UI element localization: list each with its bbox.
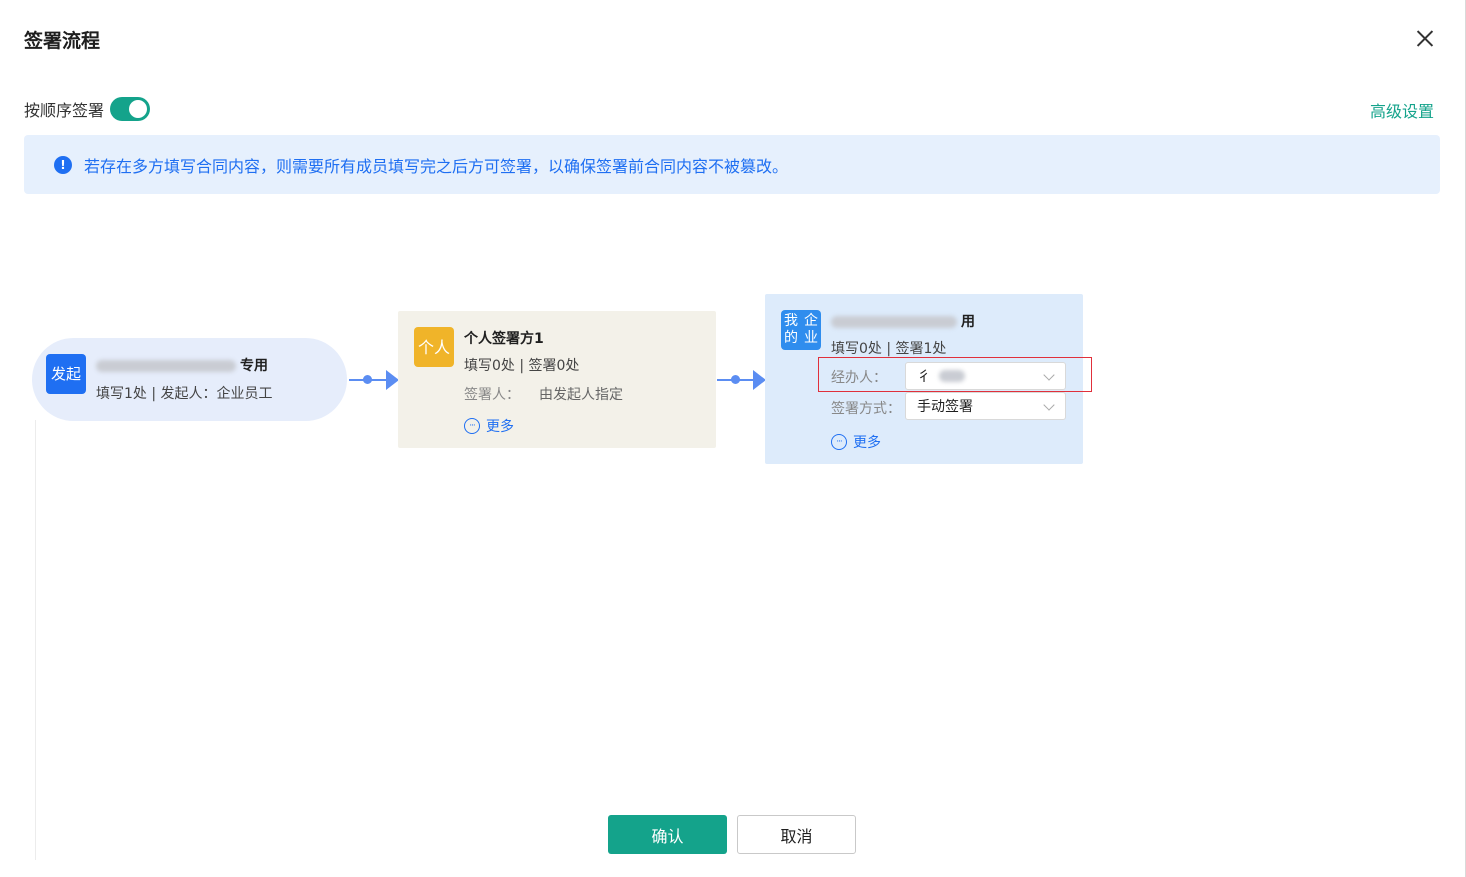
more-link[interactable]: ··· 更多: [831, 432, 881, 452]
company-badge: 我的 企业: [781, 310, 821, 350]
initiator-summary: 填写1处 | 发起人：企业员工: [96, 386, 273, 402]
sign-method-label: 签署方式：: [831, 401, 901, 417]
redacted-text: [831, 316, 957, 328]
signer-value: 由发起人指定: [539, 387, 623, 403]
redacted-text: [96, 360, 236, 372]
handler-highlight-box: [818, 357, 1092, 392]
company-summary: 填写0处 | 签署1处: [831, 341, 947, 357]
confirm-button[interactable]: 确认: [608, 815, 727, 854]
close-icon[interactable]: [1412, 26, 1438, 52]
more-link[interactable]: ··· 更多: [464, 416, 514, 436]
personal-signer-name: 个人签署方1: [464, 331, 544, 347]
divider: [35, 420, 36, 860]
flow-node-initiator[interactable]: 发起 专用 填写1处 | 发起人：企业员工: [32, 338, 347, 421]
toggle-knob: [129, 100, 148, 118]
personal-badge: 个人: [414, 327, 454, 367]
dialog-title: 签署流程: [24, 30, 101, 52]
sign-method-select[interactable]: 手动签署: [905, 392, 1066, 420]
flow-node-personal-signer[interactable]: 个人 个人签署方1 填写0处 | 签署0处 签署人： 由发起人指定 ··· 更多: [398, 311, 716, 448]
sign-method-value: 手动签署: [917, 399, 973, 415]
initiator-badge: 发起: [46, 354, 86, 394]
more-label: 更多: [486, 419, 514, 435]
more-label: 更多: [853, 435, 881, 451]
advanced-settings-link[interactable]: 高级设置: [1370, 98, 1434, 122]
chevron-down-icon: [1043, 399, 1055, 411]
sequential-signing-row: 按顺序签署: [24, 96, 151, 122]
signer-label: 签署人：: [464, 387, 520, 403]
flow-arrow-dot: [731, 375, 740, 384]
info-icon: !: [54, 155, 72, 174]
company-name: 用: [831, 311, 975, 331]
sequential-signing-label: 按顺序签署: [24, 101, 105, 120]
notice-text: 若存在多方填写合同内容，则需要所有成员填写完之后方可签署，以确保签署前合同内容不…: [84, 156, 789, 176]
sequential-signing-toggle[interactable]: [110, 97, 151, 121]
flow-arrow-dot: [363, 375, 372, 384]
personal-signer-summary: 填写0处 | 签署0处: [464, 358, 580, 374]
signing-flow-dialog: 签署流程 按顺序签署 高级设置 ! 若存在多方填写合同内容，则需要所有成员填写完…: [0, 0, 1466, 877]
more-icon: ···: [831, 434, 847, 450]
cancel-button[interactable]: 取消: [737, 815, 856, 854]
initiator-name: 专用: [96, 355, 268, 375]
more-icon: ···: [464, 418, 480, 434]
info-notice: ! 若存在多方填写合同内容，则需要所有成员填写完之后方可签署，以确保签署前合同内…: [24, 135, 1440, 194]
